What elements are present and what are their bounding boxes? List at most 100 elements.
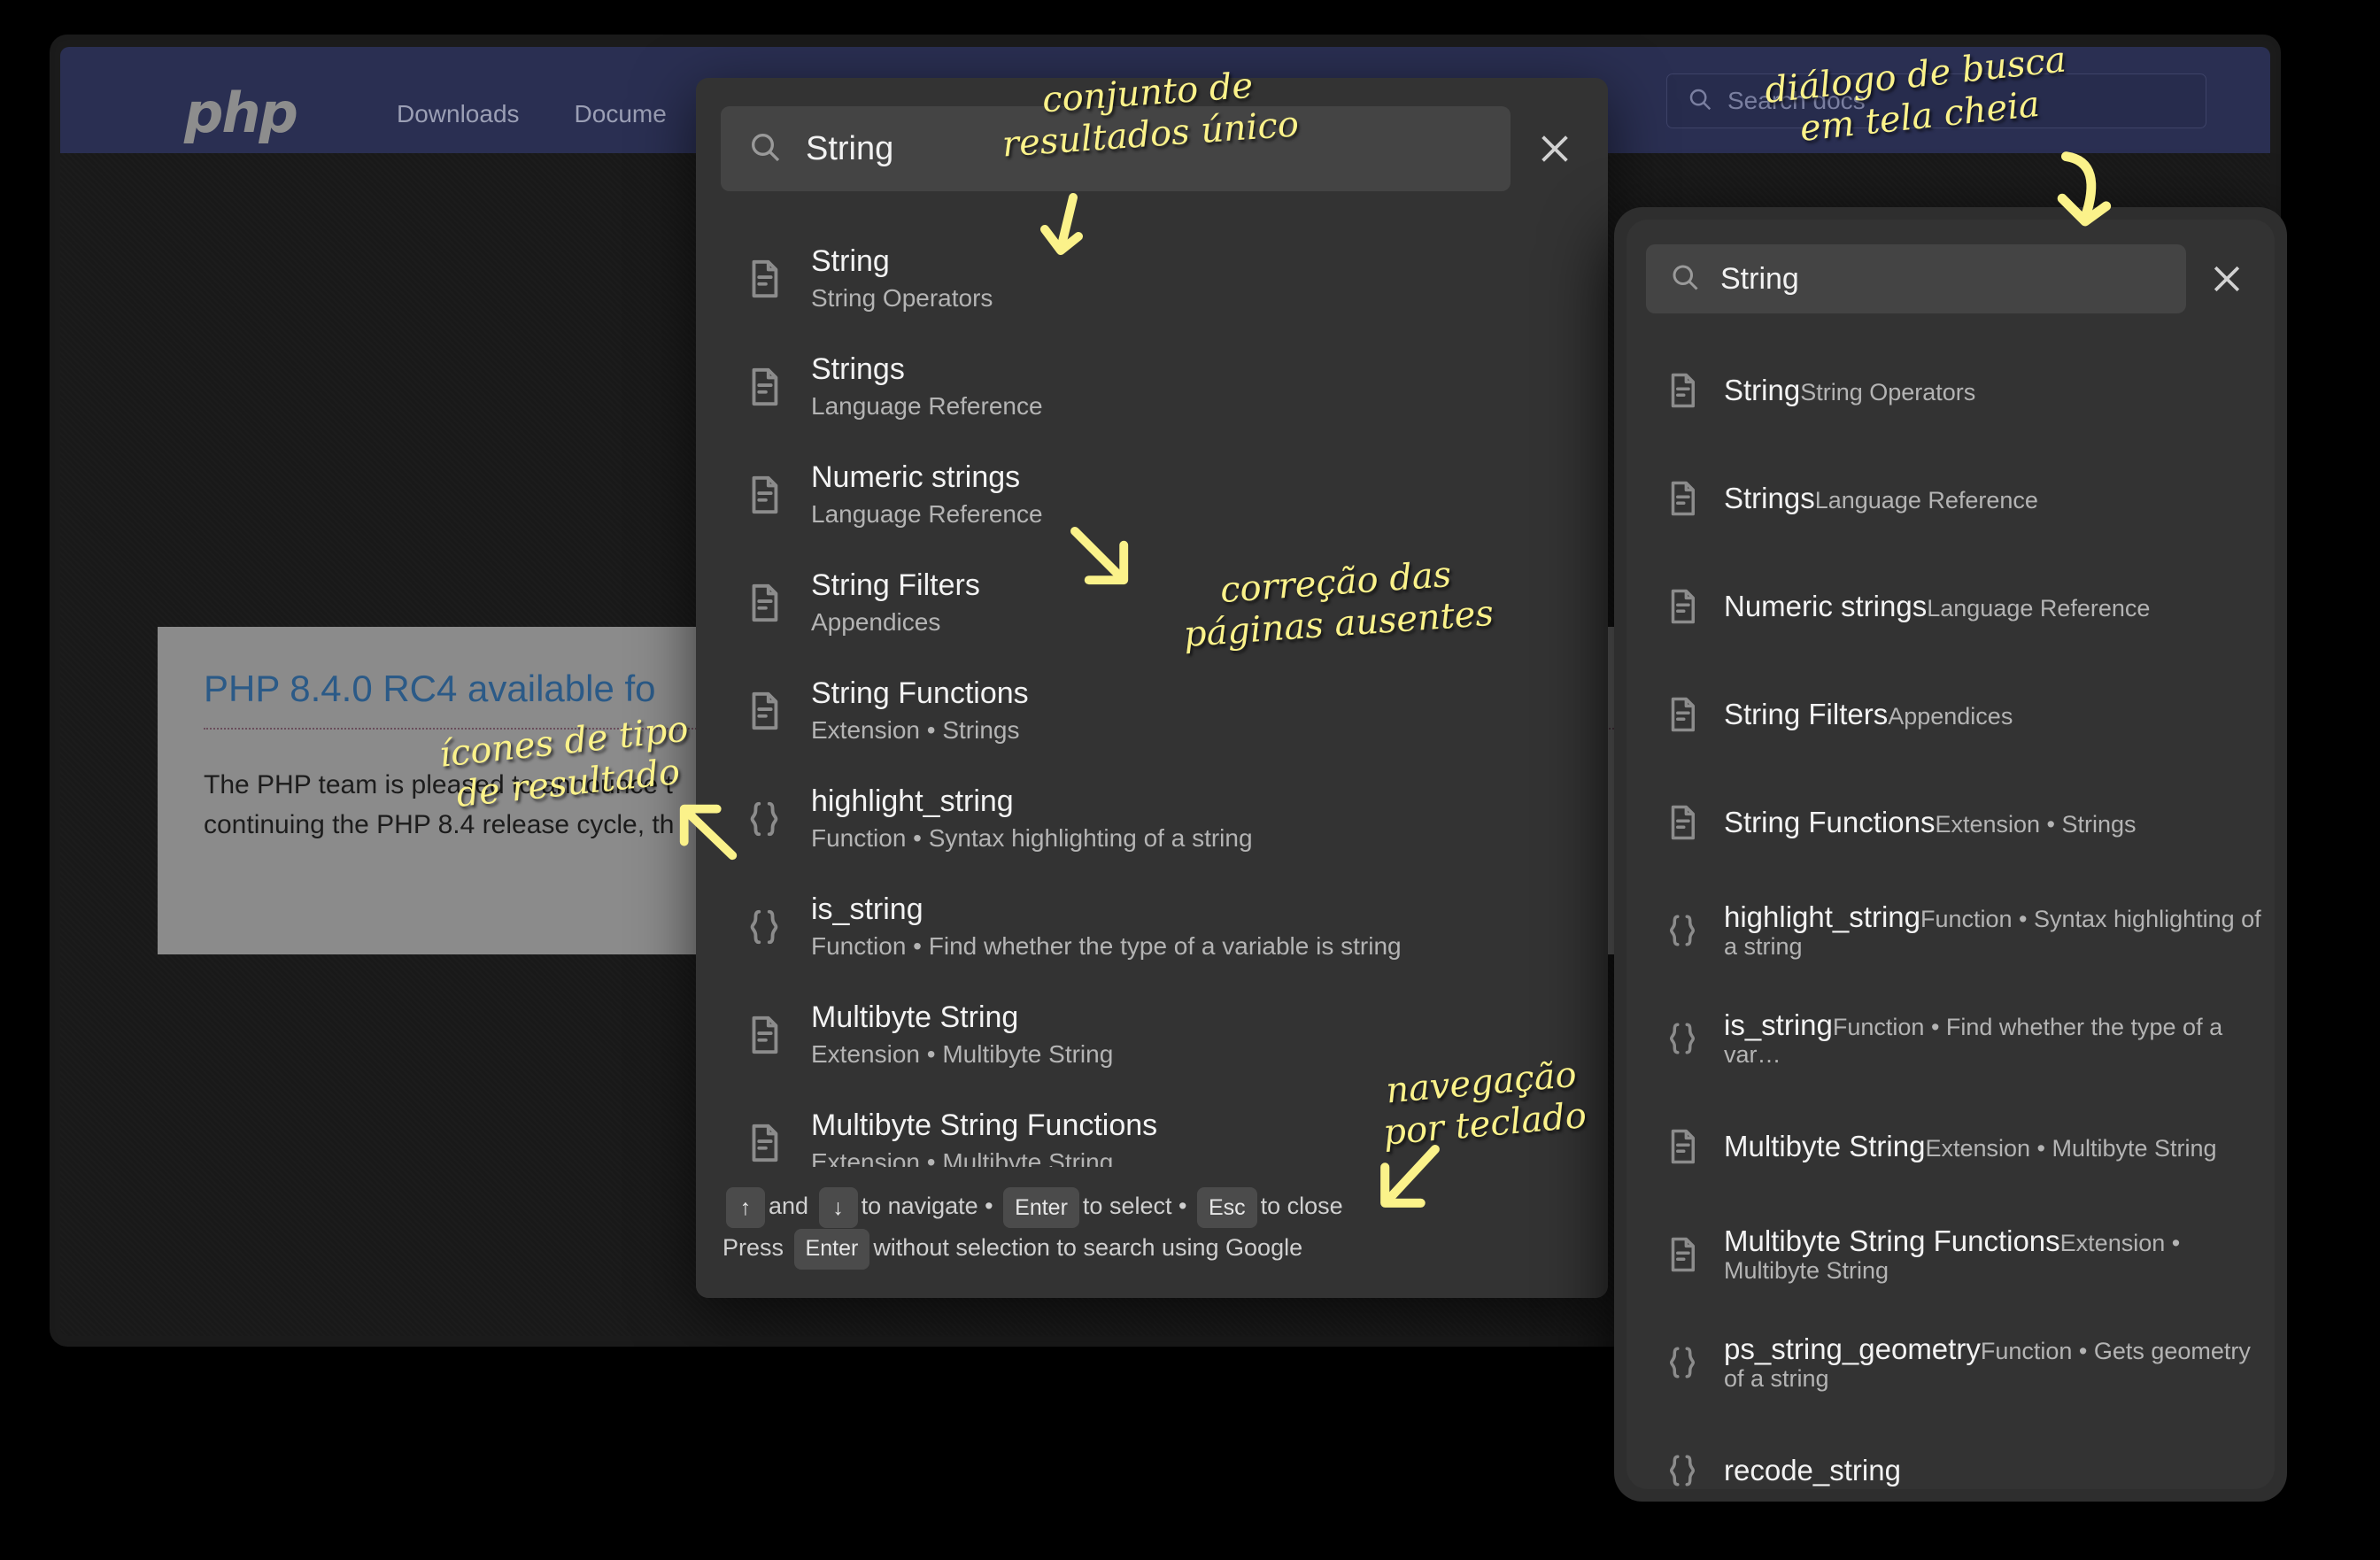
document-icon	[1664, 372, 1701, 409]
result-item[interactable]: Multibyte String FunctionsExtension • Mu…	[696, 1089, 1608, 1167]
result-text: is_stringFunction • Find whether the typ…	[1724, 1008, 2275, 1070]
result-title: ps_string_geometry	[1724, 1332, 1981, 1365]
close-icon[interactable]	[1526, 120, 1583, 177]
result-title: Numeric strings	[1724, 590, 1928, 623]
result-subtitle: Function • Find whether the type of a va…	[811, 932, 1402, 961]
result-text: String String Operators	[811, 243, 993, 313]
result-text: String FiltersAppendices	[1724, 698, 2013, 731]
result-subtitle: Language Reference	[1814, 487, 2038, 514]
header-search-input[interactable]: Search docs	[1666, 73, 2206, 128]
result-item[interactable]: Multibyte StringExtension • Multibyte St…	[696, 981, 1608, 1089]
mobile-search-panel: String StringString Operators StringsLang…	[1614, 207, 2287, 1502]
hint-navigate: to navigate •	[861, 1193, 993, 1220]
result-item[interactable]: ps_string_geometryFunction • Gets geomet…	[1627, 1309, 2275, 1417]
result-item[interactable]: Multibyte StringExtension • Multibyte St…	[1627, 1093, 2275, 1201]
result-text: Multibyte StringExtension • Multibyte St…	[811, 1000, 1113, 1069]
result-item[interactable]: highlight_stringFunction • Syntax highli…	[696, 765, 1608, 873]
code-icon	[744, 907, 784, 947]
php-logo[interactable]: php	[184, 86, 298, 141]
result-text: String Functions Extension • Strings	[811, 676, 1029, 745]
document-icon	[744, 583, 784, 623]
search-input[interactable]: String	[721, 106, 1511, 191]
result-subtitle: Extension • Multibyte String	[811, 1148, 1114, 1168]
hint-and: and	[769, 1193, 809, 1220]
header-search-placeholder: Search docs	[1727, 87, 1866, 114]
result-subtitle: String Operators	[811, 284, 993, 313]
mobile-search-input[interactable]: String	[1646, 244, 2186, 313]
php-main-nav: Downloads Docume	[397, 100, 667, 128]
result-title: is_string	[811, 892, 923, 926]
keyboard-hints-line-1: ↑ and ↓ to navigate • Enter to select • Esc…	[722, 1186, 1608, 1229]
result-title: recode_string	[1724, 1454, 1901, 1487]
close-icon[interactable]	[2198, 251, 2255, 307]
result-item[interactable]: is_string Function • Find whether the typ…	[696, 873, 1608, 981]
result-subtitle: Appendices	[811, 608, 941, 637]
result-item[interactable]: recode_string	[1627, 1417, 2275, 1489]
result-text: highlight_string Function • Syntax highli…	[811, 784, 1253, 853]
result-text: ps_string_geometryFunction • Gets geomet…	[1724, 1332, 2275, 1394]
document-icon	[744, 475, 784, 515]
result-item[interactable]: StringString Operators	[1627, 336, 2275, 444]
result-item[interactable]: Numeric stringsLanguage Reference	[696, 441, 1608, 549]
document-icon	[744, 1015, 784, 1055]
code-icon	[1664, 1452, 1701, 1489]
search-icon	[747, 129, 783, 169]
result-title: String	[811, 243, 890, 278]
document-icon	[1664, 480, 1701, 517]
result-item[interactable]: String FunctionsExtension • Strings	[1627, 768, 2275, 877]
result-item[interactable]: highlight_stringFunction • Syntax highli…	[1627, 877, 2275, 985]
mobile-search-results-list[interactable]: StringString Operators StringsLanguage Re…	[1627, 313, 2275, 1489]
result-title: String Filters	[1724, 698, 1889, 731]
result-text: is_string Function • Find whether the typ…	[811, 892, 1402, 961]
result-title: Multibyte String Functions	[1724, 1224, 2060, 1257]
result-item[interactable]: String Functions Extension • Strings	[696, 657, 1608, 765]
result-title: Multibyte String	[811, 1000, 1019, 1034]
result-text: Numeric stringsLanguage Reference	[1724, 590, 2150, 623]
document-icon	[744, 1123, 784, 1163]
document-icon	[1664, 1236, 1701, 1273]
key-arrow-up: ↑	[726, 1187, 765, 1229]
result-item[interactable]: is_stringFunction • Find whether the typ…	[1627, 985, 2275, 1093]
search-dialog: String String String Operators Strings Lang…	[696, 78, 1608, 1298]
result-subtitle: Function • Syntax highlighting of a stri…	[811, 824, 1253, 853]
result-text: Multibyte String FunctionsExtension • Mu…	[811, 1108, 1157, 1168]
result-item[interactable]: String String Operators	[696, 225, 1608, 333]
hint-google: without selection to search using Google	[873, 1234, 1303, 1262]
code-icon	[1664, 1344, 1701, 1381]
document-icon	[1664, 696, 1701, 733]
search-results-list[interactable]: String String Operators Strings Language Re…	[696, 191, 1608, 1167]
result-text: String FiltersAppendices	[811, 568, 980, 637]
key-enter-2: Enter	[793, 1229, 870, 1270]
nav-item-documentation[interactable]: Docume	[575, 100, 667, 128]
document-icon	[744, 367, 784, 407]
key-enter: Enter	[1003, 1187, 1079, 1229]
result-subtitle: Language Reference	[811, 392, 1043, 421]
result-text: Numeric stringsLanguage Reference	[811, 460, 1043, 529]
result-text: Multibyte StringExtension • Multibyte St…	[1724, 1130, 2217, 1163]
result-item[interactable]: String FiltersAppendices	[1627, 660, 2275, 768]
result-text: StringsLanguage Reference	[1724, 482, 2038, 515]
result-item[interactable]: String FiltersAppendices	[696, 549, 1608, 657]
result-item[interactable]: Strings Language Reference	[696, 333, 1608, 441]
result-subtitle: Appendices	[1888, 703, 2013, 730]
result-title: String Functions	[811, 676, 1029, 710]
result-item[interactable]: Numeric stringsLanguage Reference	[1627, 552, 2275, 660]
result-text: StringString Operators	[1724, 374, 1975, 407]
search-icon	[1687, 86, 1713, 117]
result-subtitle: Extension • Strings	[811, 716, 1020, 745]
result-subtitle: Extension • Strings	[1935, 811, 2137, 838]
result-subtitle: Extension • Multibyte String	[1925, 1135, 2217, 1162]
screenshot-stage: php Downloads Docume Search docs A po	[0, 0, 2380, 1560]
result-title: Strings	[811, 351, 905, 386]
result-title: Multibyte String	[1724, 1130, 1926, 1163]
mobile-search-input-value: String	[1720, 261, 1799, 296]
result-item[interactable]: StringsLanguage Reference	[1627, 444, 2275, 552]
nav-item-downloads[interactable]: Downloads	[397, 100, 520, 128]
document-icon	[1664, 1128, 1701, 1165]
keyboard-hints-line-2: Press Enter without selection to search u…	[722, 1228, 1608, 1270]
document-icon	[744, 691, 784, 731]
result-text: String FunctionsExtension • Strings	[1724, 806, 2137, 839]
result-text: Multibyte String FunctionsExtension • Mu…	[1724, 1224, 2275, 1286]
result-item[interactable]: Multibyte String FunctionsExtension • Mu…	[1627, 1201, 2275, 1309]
result-subtitle: String Operators	[1800, 379, 1976, 406]
